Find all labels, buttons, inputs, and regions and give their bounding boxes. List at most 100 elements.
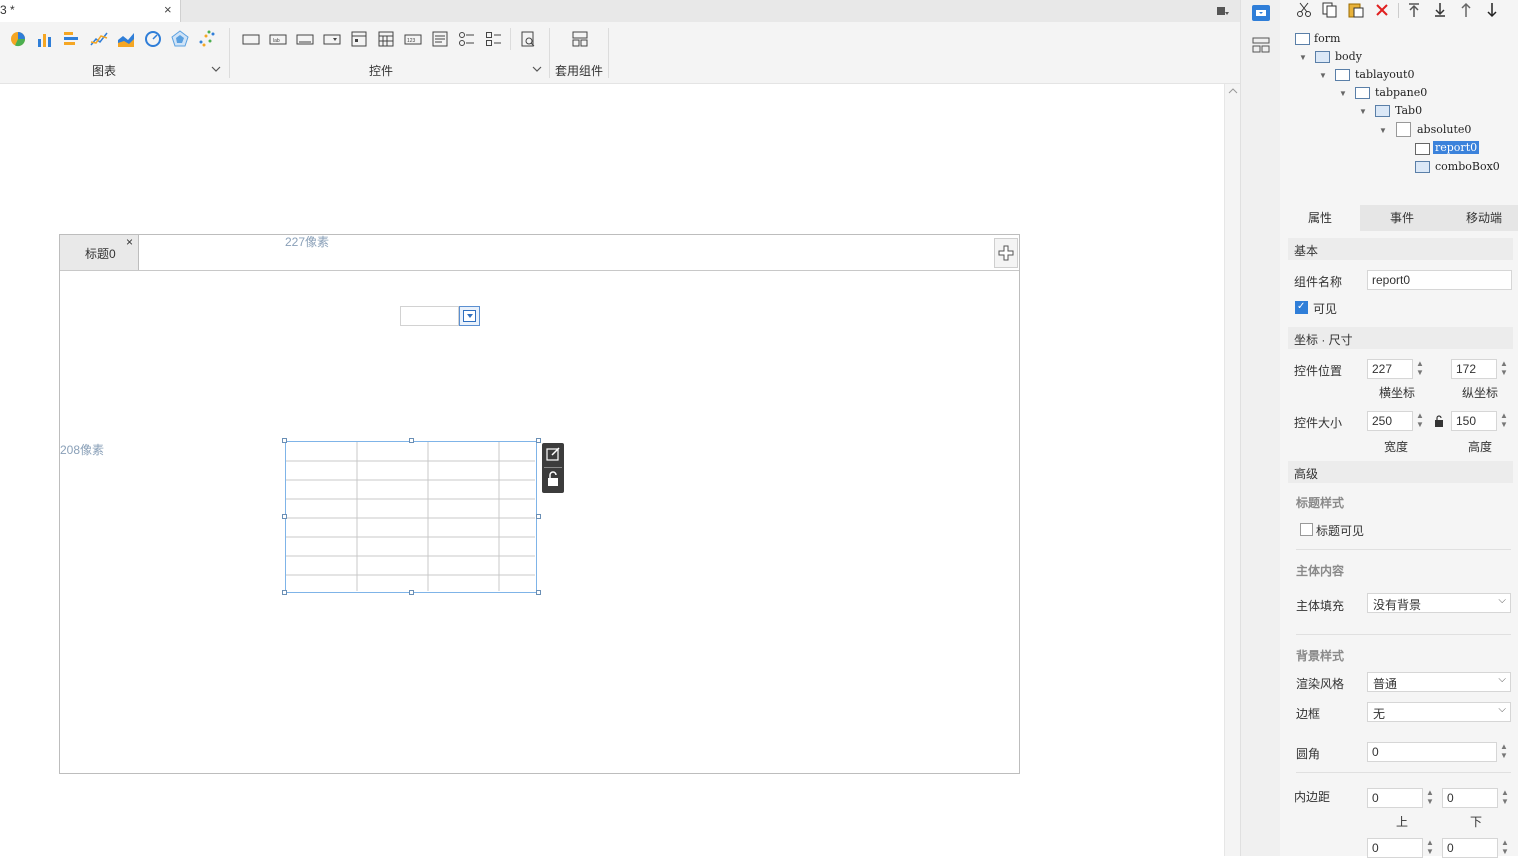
width-input[interactable]: 250 (1367, 411, 1413, 431)
expand-caret-icon[interactable]: ▼ (1339, 89, 1347, 98)
resize-handle-se[interactable] (536, 590, 541, 595)
tree-item-report0[interactable]: report0 (1433, 141, 1480, 154)
tree-item-form[interactable]: form (1314, 32, 1340, 45)
copy-icon[interactable] (1322, 2, 1338, 18)
textarea-widget-icon[interactable] (431, 30, 449, 48)
corner-radius-stepper[interactable]: ▲ ▼ (1498, 742, 1510, 762)
number-widget-icon[interactable]: 123 (404, 30, 422, 48)
resize-handle-e[interactable] (536, 514, 541, 519)
tree-item-absolute0[interactable]: absolute0 (1417, 123, 1471, 136)
border-select[interactable]: 无 ⌵ (1367, 702, 1511, 722)
y-input[interactable]: 172 (1451, 359, 1497, 379)
width-stepper[interactable]: ▲ ▼ (1414, 411, 1426, 431)
combobox-dropdown-button[interactable] (459, 306, 480, 326)
expand-caret-icon[interactable]: ▼ (1299, 53, 1307, 62)
padding-left-input[interactable]: 0 (1367, 838, 1423, 858)
combobox-input[interactable] (400, 306, 459, 326)
tab-title0[interactable]: 标题0 × (60, 235, 139, 270)
component-name-input[interactable]: report0 (1367, 270, 1512, 290)
text-widget-icon[interactable]: lab (269, 30, 287, 48)
padding-bottom-stepper[interactable]: ▲ ▼ (1499, 788, 1511, 808)
horizontal-bar-chart-icon[interactable] (63, 30, 81, 48)
tree-item-body[interactable]: body (1335, 50, 1362, 63)
tree-item-tablayout0[interactable]: tablayout0 (1355, 68, 1414, 81)
radar-chart-icon[interactable] (171, 30, 189, 48)
date-widget-icon[interactable] (350, 30, 368, 48)
tree-item-tab0[interactable]: Tab0 (1395, 104, 1422, 117)
corner-radius-input[interactable]: 0 (1367, 742, 1497, 762)
resize-handle-n[interactable] (409, 438, 414, 443)
visible-checkbox[interactable] (1295, 301, 1308, 314)
radio-group-widget-icon[interactable] (458, 30, 476, 48)
aspect-lock-icon[interactable] (1434, 415, 1444, 427)
widget-group-dropdown-icon[interactable] (532, 64, 542, 74)
document-tab[interactable]: 3 * × (0, 0, 181, 22)
close-tab-icon[interactable]: × (164, 2, 172, 17)
chart-group-dropdown-icon[interactable] (211, 64, 221, 74)
line-chart-icon[interactable] (90, 30, 108, 48)
body-fill-select[interactable]: 没有背景 ⌵ (1367, 593, 1511, 613)
padding-right-stepper[interactable]: ▲ ▼ (1499, 838, 1511, 858)
move-to-top-icon[interactable] (1407, 2, 1421, 18)
paste-icon[interactable] (1348, 2, 1364, 18)
section-coords[interactable]: 坐标 · 尺寸 ▼ (1288, 327, 1513, 349)
canvas-vertical-scrollbar[interactable] (1224, 84, 1240, 856)
delete-icon[interactable] (1374, 2, 1390, 18)
resize-handle-sw[interactable] (282, 590, 287, 595)
padding-right-input[interactable]: 0 (1442, 838, 1498, 858)
template-component-icon[interactable] (571, 30, 589, 48)
area-chart-icon[interactable] (117, 30, 135, 48)
expand-caret-icon[interactable]: ▼ (1319, 71, 1327, 80)
x-input[interactable]: 227 (1367, 359, 1413, 379)
resize-handle-w[interactable] (282, 514, 287, 519)
combobox-widget-icon[interactable] (323, 30, 341, 48)
label-widget-icon[interactable] (242, 30, 260, 48)
resize-handle-nw[interactable] (282, 438, 287, 443)
tab-attributes[interactable]: 属性 (1280, 205, 1360, 231)
tab-overflow-icon[interactable] (1215, 3, 1231, 19)
combobox0-widget[interactable] (400, 306, 480, 326)
height-stepper[interactable]: ▲ ▼ (1498, 411, 1510, 431)
resize-handle-ne[interactable] (536, 438, 541, 443)
checkbox-group-widget-icon[interactable] (485, 30, 503, 48)
tab-mobile[interactable]: 移动端 (1444, 205, 1518, 231)
unlock-icon[interactable] (546, 471, 560, 487)
padding-top-stepper[interactable]: ▲ ▼ (1424, 788, 1436, 808)
button-widget-icon[interactable] (296, 30, 314, 48)
layout-panel-icon[interactable] (1252, 37, 1270, 53)
tree-item-tabpane0[interactable]: tabpane0 (1375, 86, 1427, 99)
expand-caret-icon[interactable]: ▼ (1379, 126, 1387, 135)
add-tab-button[interactable] (994, 238, 1018, 268)
render-style-select[interactable]: 普通 ⌵ (1367, 672, 1511, 692)
tablayout-widget[interactable]: 标题0 × (59, 234, 1020, 774)
report0-widget[interactable] (282, 438, 541, 595)
padding-bottom-input[interactable]: 0 (1442, 788, 1498, 808)
close-tab-icon[interactable]: × (126, 235, 133, 249)
height-input[interactable]: 150 (1451, 411, 1497, 431)
cut-icon[interactable] (1296, 2, 1312, 18)
title-visible-checkbox[interactable] (1300, 523, 1313, 536)
resize-handle-s[interactable] (409, 590, 414, 595)
body-node-icon (1315, 51, 1330, 63)
move-to-bottom-icon[interactable] (1433, 2, 1447, 18)
padding-top-input[interactable]: 0 (1367, 788, 1423, 808)
tree-item-combobox0[interactable]: comboBox0 (1435, 160, 1500, 173)
move-down-icon[interactable] (1485, 2, 1499, 18)
section-basic[interactable]: 基本 ▼ (1288, 238, 1513, 260)
gauge-chart-icon[interactable] (144, 30, 162, 48)
y-stepper[interactable]: ▲ ▼ (1498, 359, 1510, 379)
widget-tree-panel-icon[interactable] (1252, 5, 1270, 21)
pie-chart-icon[interactable] (9, 30, 27, 48)
edit-icon[interactable] (545, 446, 561, 462)
expand-caret-icon[interactable]: ▼ (1359, 107, 1367, 116)
move-up-icon[interactable] (1459, 2, 1473, 18)
padding-left-stepper[interactable]: ▲ ▼ (1424, 838, 1436, 858)
scatter-chart-icon[interactable] (198, 30, 216, 48)
query-widget-icon[interactable] (519, 30, 537, 48)
tab-events[interactable]: 事件 (1362, 205, 1442, 231)
scroll-up-icon[interactable] (1228, 86, 1238, 96)
section-advanced[interactable]: 高级 ▼ (1288, 461, 1513, 483)
bar-chart-icon[interactable] (36, 30, 54, 48)
x-stepper[interactable]: ▲ ▼ (1414, 359, 1426, 379)
calendar-widget-icon[interactable] (377, 30, 395, 48)
